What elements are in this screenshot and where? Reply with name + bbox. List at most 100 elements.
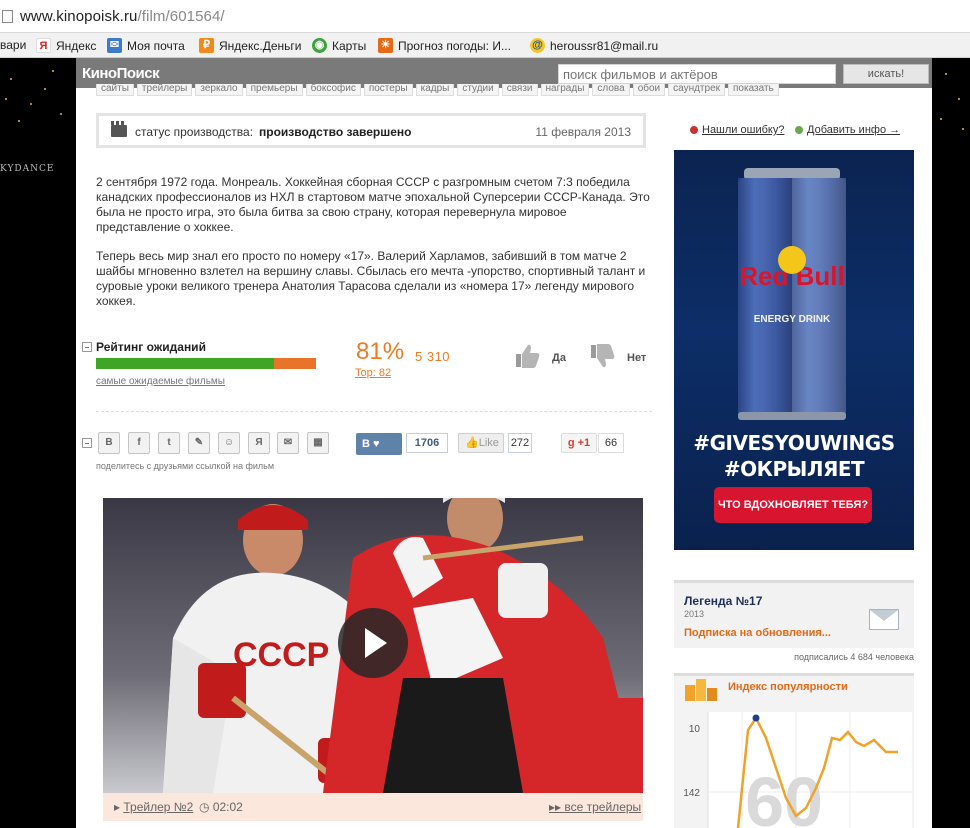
- yandex-icon: Я: [36, 38, 51, 53]
- error-dot-icon: [690, 126, 698, 134]
- collapse-rating-icon[interactable]: [82, 342, 92, 352]
- mymail-share-icon[interactable]: ☺: [218, 432, 240, 454]
- url-text[interactable]: www.kinopoisk.ru/film/601564/: [20, 8, 225, 25]
- report-error-link[interactable]: Нашли ошибку?: [690, 124, 784, 136]
- most-awaited-link[interactable]: самые ожидаемые фильмы: [96, 376, 225, 387]
- tab-mirror[interactable]: зеркало: [195, 84, 243, 96]
- vk-like-button[interactable]: В ♥: [356, 433, 402, 455]
- vk-share-icon[interactable]: B: [98, 432, 120, 454]
- page-icon: [2, 10, 13, 23]
- clock-icon: ◷: [199, 800, 213, 814]
- status-date: 11 февраля 2013: [535, 125, 631, 139]
- chart-tick-bottom: 142: [683, 788, 700, 799]
- subscribe-link[interactable]: Подписка на обновления...: [684, 627, 831, 639]
- rating-votes: 5 310: [415, 349, 451, 364]
- tab-studios[interactable]: студии: [457, 84, 499, 96]
- ad-hashtag-en: #GIVESYOUWINGS: [693, 431, 895, 455]
- thumbs-up-icon[interactable]: [513, 342, 541, 370]
- tab-sites[interactable]: сайты: [96, 84, 134, 96]
- add-info-link[interactable]: Добавить инфо →: [795, 124, 900, 136]
- popularity-title: Индекс популярности: [728, 681, 848, 693]
- can-sub-text: ENERGY DRINK: [754, 314, 831, 325]
- tab-trailers[interactable]: трейлеры: [136, 84, 193, 96]
- description-paragraph: 2 сентября 1972 года. Монреаль. Хоккейна…: [96, 175, 650, 234]
- play-button[interactable]: [338, 608, 408, 678]
- ad-cta-button[interactable]: ЧТО ВДОХНОВЛЯЕТ ТЕБЯ?: [714, 487, 872, 523]
- clapperboard-icon: [111, 121, 127, 137]
- facebook-like-button[interactable]: 👍Like: [458, 433, 504, 453]
- twitter-share-icon[interactable]: t: [158, 432, 180, 454]
- address-bar[interactable]: www.kinopoisk.ru/film/601564/: [0, 0, 970, 33]
- rating-bar-fill: [96, 358, 275, 369]
- podium-icon: [685, 679, 717, 701]
- ad-hashtag-ru: #ОКРЫЛЯЕТ: [723, 457, 865, 481]
- tab-wallpapers[interactable]: обои: [632, 84, 666, 96]
- film-tabs: сайты трейлеры зеркало премьеры боксофис…: [96, 84, 912, 96]
- livejournal-share-icon[interactable]: ✎: [188, 432, 210, 454]
- subscribe-year: 2013: [684, 609, 705, 619]
- email-share-icon[interactable]: ✉: [277, 432, 299, 454]
- facebook-like-count: 272: [508, 433, 532, 453]
- popularity-chart: 60 10 142: [683, 712, 912, 828]
- tab-soundtrack[interactable]: саундтрек: [668, 84, 726, 96]
- chart-tick-top: 10: [689, 724, 701, 735]
- jersey-text: СССР: [233, 636, 329, 674]
- tab-stills[interactable]: кадры: [415, 84, 455, 96]
- trailer-link[interactable]: ▸ Трейлер №2: [114, 800, 193, 814]
- production-status-box: статус производства: производство заверш…: [96, 113, 646, 148]
- bookmark-mail[interactable]: ✉ Моя почта: [107, 38, 185, 53]
- gplus-button[interactable]: g +1: [561, 433, 597, 453]
- heart-icon: ♥: [373, 438, 380, 450]
- search-input[interactable]: [558, 64, 836, 84]
- thumbs-down-icon[interactable]: [588, 342, 616, 370]
- tab-links[interactable]: связи: [501, 84, 538, 96]
- bookmarks-bar: вари Я Яндекс ✉ Моя почта ₽ Яндекс.Деньг…: [0, 33, 970, 58]
- search-button[interactable]: искать!: [843, 64, 929, 84]
- qr-code-icon[interactable]: ▦: [307, 432, 329, 454]
- site-logo[interactable]: КиноПоиск: [82, 65, 160, 82]
- rating-title: Рейтинг ожиданий: [96, 340, 206, 354]
- tab-boxoffice[interactable]: боксофис: [305, 84, 361, 96]
- side-brand-left: KYDANCE: [0, 164, 55, 174]
- vote-yes-label[interactable]: Да: [552, 352, 566, 364]
- collapse-share-icon[interactable]: [82, 438, 92, 448]
- gplus-count: 66: [598, 433, 624, 453]
- vote-no-label[interactable]: Нет: [627, 352, 646, 364]
- tab-premieres[interactable]: премьеры: [245, 84, 303, 96]
- tab-words[interactable]: слова: [592, 84, 630, 96]
- film-strip-icon: ▸▸: [549, 800, 565, 814]
- bookmark-email[interactable]: @ heroussr81@mail.ru: [530, 38, 658, 53]
- tab-posters[interactable]: постеры: [363, 84, 413, 96]
- facebook-share-icon[interactable]: f: [128, 432, 150, 454]
- rating-percent: 81%: [356, 338, 405, 365]
- envelope-icon[interactable]: [869, 609, 899, 630]
- weather-icon: ☀: [378, 38, 393, 53]
- film-icon: ▸: [114, 800, 124, 814]
- bookmark-yandex-money[interactable]: ₽ Яндекс.Деньги: [199, 38, 301, 53]
- all-trailers-link[interactable]: ▸▸ все трейлеры: [549, 800, 641, 814]
- subscriber-count: подписались 4 684 человека: [794, 652, 914, 662]
- tab-awards[interactable]: награды: [540, 84, 590, 96]
- bookmark-partial[interactable]: вари: [0, 38, 26, 52]
- rating-bar: [96, 358, 316, 369]
- like-thumb-icon: 👍: [465, 437, 479, 449]
- status-label: статус производства:: [135, 125, 254, 139]
- share-caption: поделитесь с друзьями ссылкой на фильм: [96, 461, 275, 471]
- maps-icon: ◉: [312, 38, 327, 53]
- yandex-money-icon: ₽: [199, 38, 214, 53]
- at-icon: @: [530, 38, 545, 53]
- add-dot-icon: [795, 126, 803, 134]
- bookmark-weather[interactable]: ☀ Прогноз погоды: И...: [378, 38, 511, 53]
- yandex-share-icon[interactable]: Я: [248, 432, 270, 454]
- trailer-duration: ◷ 02:02: [199, 800, 243, 814]
- divider: [96, 411, 652, 412]
- rating-top-link[interactable]: Top: 82: [355, 367, 391, 379]
- status-value: производство завершено: [259, 125, 412, 139]
- vk-like-count: 1706: [406, 433, 448, 453]
- description-paragraph: Теперь весь мир знал его просто по номер…: [96, 249, 646, 308]
- bookmark-maps[interactable]: ◉ Карты: [312, 38, 366, 53]
- bookmark-yandex[interactable]: Я Яндекс: [36, 38, 96, 53]
- popularity-current-point: [752, 714, 760, 722]
- subscribe-film-title[interactable]: Легенда №17: [684, 594, 762, 608]
- tab-show[interactable]: показать: [728, 84, 779, 96]
